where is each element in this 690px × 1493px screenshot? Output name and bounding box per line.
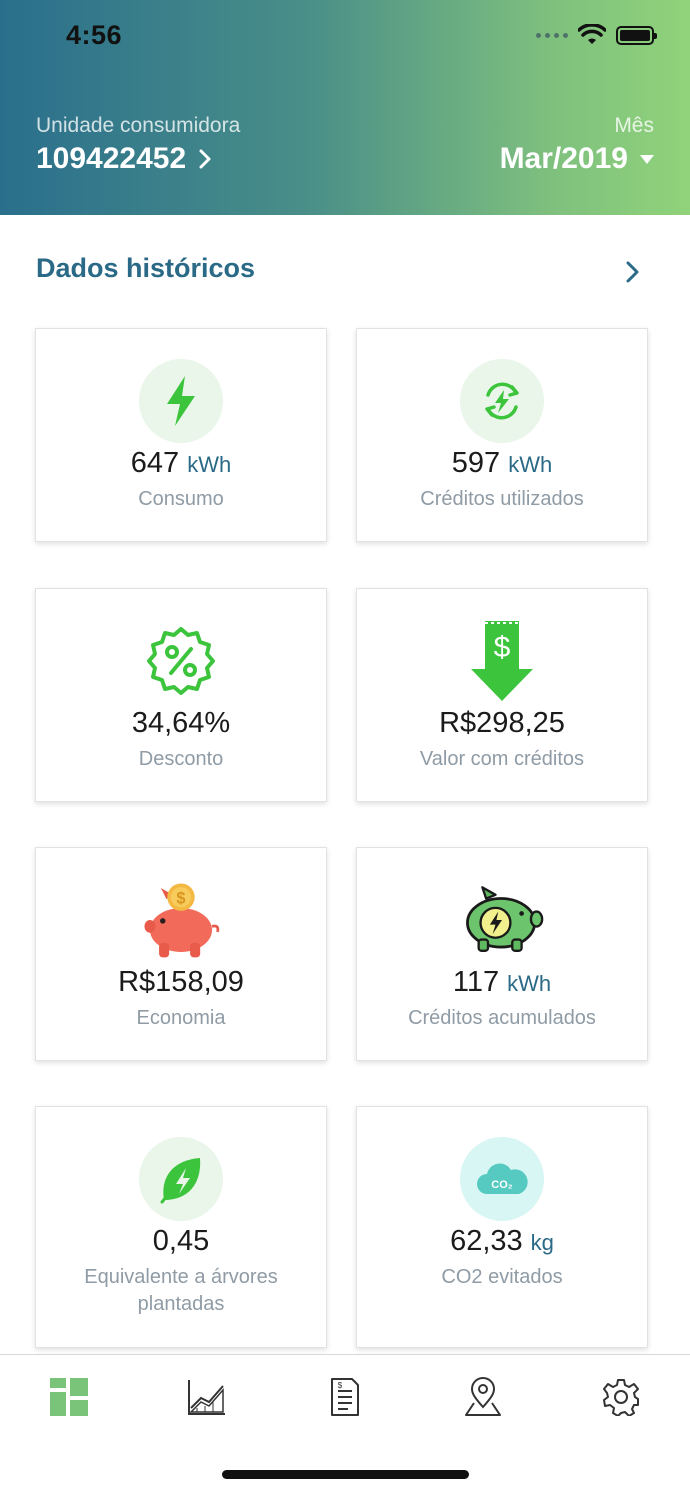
- svg-text:$: $: [338, 1381, 343, 1390]
- card-consumo[interactable]: 647 kWh Consumo: [35, 328, 327, 542]
- card-value: 62,33: [450, 1225, 523, 1257]
- svg-text:$: $: [494, 631, 511, 664]
- card-unit: kg: [530, 1230, 554, 1255]
- settings-gear-icon: [603, 1379, 639, 1416]
- dashboard-icon: [50, 1378, 88, 1416]
- card-label: Valor com créditos: [419, 748, 585, 770]
- card-label: Créditos acumulados: [408, 1007, 596, 1029]
- wifi-icon: [578, 24, 606, 44]
- card-label: Economia: [136, 1007, 226, 1029]
- card-desconto[interactable]: 34,64% Desconto: [35, 588, 327, 802]
- card-creditos-utilizados[interactable]: 597 kWh Créditos utilizados: [356, 328, 648, 542]
- piggy-bank-energy-icon: [466, 886, 544, 952]
- co2-cloud-icon: CO₂: [460, 1137, 544, 1221]
- card-value: 34,64%: [131, 707, 231, 739]
- card-value: R$158,09: [118, 966, 244, 998]
- unit-number: 109422452: [36, 142, 187, 175]
- invoice-icon: $: [331, 1378, 359, 1416]
- signal-icon: [536, 32, 568, 38]
- co2-text: CO₂: [491, 1179, 513, 1191]
- month-label: Mês: [614, 114, 654, 137]
- card-label: Desconto: [138, 748, 224, 770]
- card-value: 0,45: [152, 1225, 210, 1257]
- chevron-right-icon[interactable]: [622, 258, 644, 286]
- unit-label: Unidade consumidora: [36, 114, 241, 137]
- money-down-arrow-icon: $: [471, 621, 533, 701]
- card-economia[interactable]: $ R$158,09 Economia: [35, 847, 327, 1061]
- card-label: CO2 evitados: [441, 1266, 563, 1288]
- card-label: Consumo: [138, 488, 224, 510]
- battery-icon: [616, 25, 657, 45]
- card-value: R$298,25: [439, 707, 565, 739]
- tab-map[interactable]: [463, 1377, 503, 1417]
- piggy-bank-coin-icon: $: [144, 883, 220, 958]
- card-creditos-acumulados[interactable]: 117 kWh Créditos acumulados: [356, 847, 648, 1061]
- home-indicator: [222, 1470, 469, 1479]
- month-selector[interactable]: Mar/2019: [500, 142, 654, 176]
- card-arvores[interactable]: 0,45 Equivalente a árvores plantadas: [35, 1106, 327, 1348]
- unit-selector[interactable]: 109422452: [36, 142, 212, 176]
- card-unit: kWh: [187, 452, 232, 477]
- card-label: Equivalente a árvores plantadas: [84, 1266, 278, 1315]
- card-co2-evitados[interactable]: CO₂ 62,33 kg CO2 evitados: [356, 1106, 648, 1348]
- month-value: Mar/2019: [499, 142, 628, 175]
- header: 4:56 Unidade consumidora 109422452 Mês M…: [0, 0, 690, 215]
- chart-icon: [188, 1380, 225, 1415]
- section-title: Dados históricos: [36, 253, 256, 283]
- card-value: 647: [130, 447, 180, 479]
- status-time: 4:56: [66, 20, 123, 50]
- card-value: 117: [452, 966, 500, 998]
- card-valor-com-creditos[interactable]: $ R$298,25 Valor com créditos: [356, 588, 648, 802]
- card-label: Créditos utilizados: [420, 488, 584, 510]
- card-value: 597: [451, 447, 501, 479]
- status-icons: [536, 24, 657, 46]
- card-unit: kWh: [508, 452, 553, 477]
- tab-dashboard[interactable]: [49, 1377, 89, 1417]
- tab-settings[interactable]: [601, 1377, 641, 1417]
- discount-badge-icon: [147, 627, 215, 695]
- svg-text:$: $: [176, 890, 185, 908]
- tab-chart[interactable]: [187, 1377, 227, 1417]
- lightning-icon: [139, 359, 223, 443]
- tab-invoice[interactable]: $: [325, 1377, 365, 1417]
- leaf-energy-icon: [139, 1137, 223, 1221]
- recycle-energy-icon: [460, 359, 544, 443]
- chevron-right-icon: [199, 149, 211, 169]
- caret-down-icon: [640, 154, 654, 164]
- card-unit: kWh: [507, 971, 552, 996]
- map-pin-icon: [465, 1377, 501, 1416]
